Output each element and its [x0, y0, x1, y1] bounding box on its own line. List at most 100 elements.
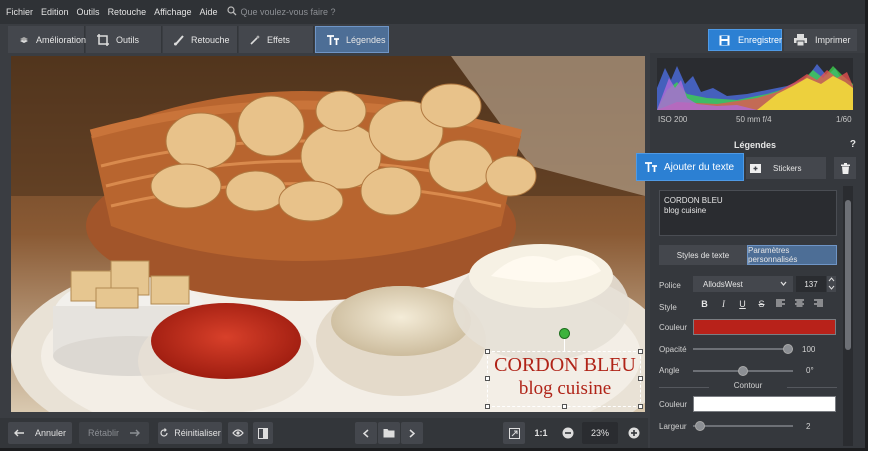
undo-label: Annuler [34, 428, 67, 438]
fit-to-screen-button[interactable] [503, 422, 525, 444]
bold-icon[interactable]: B [695, 299, 714, 309]
undo-button[interactable]: Annuler [8, 422, 72, 444]
open-folder-button[interactable] [378, 422, 400, 444]
style-buttons: B I U S [695, 299, 828, 309]
font-size-input[interactable]: 137 [796, 276, 826, 292]
slider-knob[interactable] [783, 344, 793, 354]
resize-handle[interactable] [562, 404, 567, 409]
resize-handle[interactable] [638, 404, 643, 409]
add-text-label: Ajouter du texte [664, 161, 735, 173]
opacity-value: 100 [802, 345, 816, 354]
delete-button[interactable] [834, 157, 856, 179]
zoom-out-button[interactable] [557, 422, 579, 444]
font-value: AllodsWest [703, 279, 743, 289]
zoom-value[interactable]: 23% [582, 422, 618, 444]
outline-color-swatch[interactable] [693, 396, 836, 412]
menu-outils[interactable]: Outils [77, 7, 100, 17]
zoom-in-button[interactable] [623, 422, 645, 444]
wand-icon [249, 34, 261, 46]
search-placeholder[interactable]: Que voulez-vous faire ? [240, 7, 335, 17]
align-left-icon[interactable] [771, 299, 790, 309]
underline-icon[interactable]: U [733, 299, 752, 309]
menu-aide[interactable]: Aide [199, 7, 217, 17]
rotate-handle[interactable] [559, 328, 570, 339]
stickers-button[interactable]: Stickers [746, 157, 826, 179]
font-select[interactable]: AllodsWest [693, 276, 793, 292]
menu-fichier[interactable]: Fichier [6, 7, 33, 17]
strikethrough-icon[interactable]: S [752, 299, 771, 309]
exif-iso: ISO 200 [658, 115, 688, 124]
resize-handle[interactable] [485, 376, 490, 381]
font-size-stepper[interactable] [827, 276, 836, 292]
reset-button[interactable]: Réinitialiser [158, 422, 222, 444]
text-icon [326, 34, 340, 46]
caption-text-input[interactable]: CORDON BLEU blog cuisine [659, 190, 837, 236]
redo-label: Rétablir [87, 428, 119, 438]
menu-edition[interactable]: Edition [41, 7, 69, 17]
tab-retouche[interactable]: Retouche [163, 26, 238, 53]
stickers-label: Stickers [773, 163, 802, 173]
scrollbar-thumb[interactable] [845, 200, 851, 350]
tab-custom-settings[interactable]: Paramètres personnalisés [747, 245, 837, 265]
menu-affichage[interactable]: Affichage [154, 7, 191, 17]
slider-knob[interactable] [738, 366, 748, 376]
tab-legendes[interactable]: Légendes [315, 26, 389, 53]
help-button[interactable]: ? [850, 135, 856, 155]
tab-amelioration[interactable]: Amélioration [8, 26, 86, 53]
preview-button[interactable] [228, 422, 248, 444]
tab-effets[interactable]: Effets [239, 26, 314, 53]
caption-selection[interactable]: CORDON BLEU blog cuisine [485, 328, 643, 409]
histogram [657, 58, 853, 110]
redo-icon [129, 429, 140, 437]
redo-button[interactable]: Rétablir [79, 422, 149, 444]
compare-button[interactable] [253, 422, 273, 444]
bottom-bar: Annuler Rétablir Réinitialiser 1:1 23% [0, 418, 648, 448]
align-right-icon[interactable] [809, 299, 828, 309]
outline-color-label: Couleur [659, 400, 688, 409]
style-tabs: Styles de texte Paramètres personnalisés [659, 245, 837, 265]
next-photo-button[interactable] [401, 422, 423, 444]
photo-canvas[interactable]: CORDON BLEU blog cuisine [11, 56, 645, 412]
printer-icon [794, 34, 807, 46]
save-button[interactable]: Enregistrer [708, 29, 782, 51]
angle-slider[interactable] [693, 364, 793, 378]
prev-photo-button[interactable] [355, 422, 377, 444]
tab-label: Outils [116, 34, 140, 45]
tab-label: Effets [267, 34, 290, 45]
slider-track [693, 348, 793, 350]
chevron-down-icon [780, 280, 787, 287]
align-center-icon[interactable] [790, 299, 809, 309]
chevron-left-icon [363, 428, 369, 438]
crop-icon [96, 33, 110, 47]
opacity-label: Opacité [659, 345, 687, 354]
resize-handle[interactable] [638, 376, 643, 381]
print-button[interactable]: Imprimer [784, 29, 857, 51]
tab-label: Légendes [346, 34, 386, 45]
menu-bar: Fichier Edition Outils Retouche Affichag… [0, 0, 865, 24]
caption-line-2: blog cuisine [518, 378, 612, 399]
reset-icon [159, 428, 169, 438]
text-color-swatch[interactable] [693, 319, 836, 335]
undo-icon [13, 429, 25, 437]
slider-knob[interactable] [694, 421, 705, 431]
search-box[interactable]: Que voulez-vous faire ? [227, 6, 336, 18]
plus-circle-icon [628, 427, 640, 439]
outline-title: Contour [733, 381, 763, 390]
tab-outils[interactable]: Outils [86, 26, 162, 53]
italic-icon[interactable]: I [714, 299, 733, 309]
app-window: Fichier Edition Outils Retouche Affichag… [0, 0, 868, 451]
add-text-button[interactable]: Ajouter du texte [636, 153, 744, 181]
resize-handle[interactable] [485, 349, 490, 354]
menu-retouche[interactable]: Retouche [108, 7, 147, 17]
resize-handle[interactable] [638, 349, 643, 354]
save-label: Enregistrer [738, 35, 783, 45]
fit-screen-icon [508, 427, 520, 439]
zoom-1to1-button[interactable]: 1:1 [530, 422, 552, 444]
tab-text-styles[interactable]: Styles de texte [659, 245, 747, 265]
opacity-slider[interactable] [693, 342, 793, 356]
trash-icon [840, 162, 850, 174]
resize-handle[interactable] [485, 404, 490, 409]
panel-scrollbar[interactable] [843, 186, 853, 446]
brush-icon [173, 34, 185, 46]
width-slider[interactable] [693, 419, 793, 433]
